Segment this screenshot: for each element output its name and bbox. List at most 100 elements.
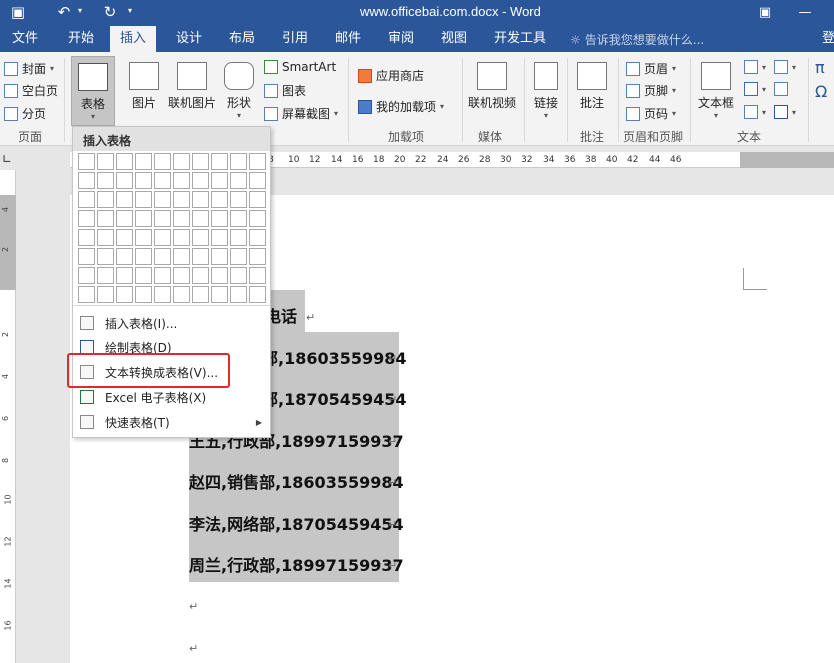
grid-cell[interactable] [192,153,209,170]
grid-cell[interactable] [135,191,152,208]
grid-cell[interactable] [249,172,266,189]
grid-cell[interactable] [116,210,133,227]
grid-cell[interactable] [249,210,266,227]
grid-cell[interactable] [154,172,171,189]
document-line[interactable]: 李法,网络部,18705459454 [189,511,404,535]
undo-dropdown-icon[interactable]: ▾ [78,6,82,15]
grid-cell[interactable] [211,286,228,303]
grid-cell[interactable] [97,286,114,303]
grid-cell[interactable] [97,229,114,246]
grid-cell[interactable] [211,153,228,170]
grid-cell[interactable] [135,267,152,284]
grid-cell[interactable] [173,153,190,170]
grid-cell[interactable] [192,286,209,303]
grid-cell[interactable] [249,229,266,246]
dropcap-button[interactable]: ▾ [744,105,766,119]
grid-cell[interactable] [173,267,190,284]
online-pictures-button[interactable]: 联机图片 [164,56,220,111]
smartart-button[interactable]: SmartArt [264,60,336,74]
grid-cell[interactable] [173,229,190,246]
grid-cell[interactable] [135,172,152,189]
grid-cell[interactable] [230,286,247,303]
grid-cell[interactable] [116,248,133,265]
minimize-button[interactable]: — [785,0,825,24]
grid-cell[interactable] [230,229,247,246]
grid-cell[interactable] [211,267,228,284]
grid-cell[interactable] [154,191,171,208]
online-video-button[interactable]: 联机视频 [466,56,518,111]
undo-icon[interactable]: ↶ [52,2,76,22]
document-line[interactable]: 周兰,行政部,18997159937 [189,552,404,576]
shapes-button[interactable]: 形状 ▾ [222,56,256,120]
comment-button[interactable]: 批注 [575,56,609,111]
equation-icon[interactable]: π [815,58,825,77]
grid-cell[interactable] [173,210,190,227]
grid-cell[interactable] [192,172,209,189]
grid-cell[interactable] [116,153,133,170]
grid-cell[interactable] [135,210,152,227]
grid-cell[interactable] [211,248,228,265]
tab-file[interactable]: 文件 [2,26,48,52]
grid-cell[interactable] [211,172,228,189]
sign-in-link[interactable]: 登 [812,26,834,52]
footer-button[interactable]: 页脚 ▾ [626,82,676,99]
grid-cell[interactable] [97,191,114,208]
table-button[interactable]: 表格 ▾ [71,56,115,126]
tab-view[interactable]: 视图 [431,26,477,52]
grid-cell[interactable] [154,267,171,284]
grid-cell[interactable] [78,286,95,303]
grid-cell[interactable] [154,286,171,303]
wordart-button[interactable]: ▾ [744,82,766,96]
tab-mailings[interactable]: 邮件 [325,26,371,52]
grid-cell[interactable] [97,153,114,170]
grid-cell[interactable] [78,248,95,265]
grid-cell[interactable] [78,153,95,170]
grid-cell[interactable] [249,286,266,303]
header-button[interactable]: 页眉 ▾ [626,60,676,77]
ribbon-options-icon[interactable]: ▣ [745,0,785,24]
store-button[interactable]: 应用商店 [358,67,424,84]
page-break-button[interactable]: 分页 [4,105,46,122]
grid-cell[interactable] [116,267,133,284]
grid-cell[interactable] [154,210,171,227]
grid-cell[interactable] [211,229,228,246]
my-addins-button[interactable]: 我的加载项 ▾ [358,98,444,115]
grid-cell[interactable] [78,267,95,284]
grid-cell[interactable] [116,229,133,246]
table-grid-picker[interactable] [78,153,266,303]
tab-references[interactable]: 引用 [272,26,318,52]
grid-cell[interactable] [230,191,247,208]
grid-cell[interactable] [78,229,95,246]
grid-cell[interactable] [97,248,114,265]
grid-cell[interactable] [230,248,247,265]
grid-cell[interactable] [192,229,209,246]
grid-cell[interactable] [173,248,190,265]
link-button[interactable]: 链接 ▾ [529,56,563,120]
grid-cell[interactable] [135,153,152,170]
document-line[interactable]: 部,18705459454 [262,386,407,410]
grid-cell[interactable] [192,267,209,284]
grid-cell[interactable] [192,191,209,208]
grid-cell[interactable] [230,172,247,189]
grid-cell[interactable] [211,191,228,208]
customize-qat-icon[interactable]: ▾ [128,6,132,15]
grid-cell[interactable] [154,229,171,246]
cover-page-button[interactable]: 封面 ▾ [4,60,54,77]
grid-cell[interactable] [249,267,266,284]
grid-cell[interactable] [116,191,133,208]
grid-cell[interactable] [249,248,266,265]
tab-selector-icon[interactable]: ∟ [2,152,16,166]
insert-table-menu-item[interactable]: 插入表格(I)... [73,311,270,335]
grid-cell[interactable] [97,172,114,189]
grid-cell[interactable] [230,267,247,284]
grid-cell[interactable] [192,210,209,227]
tab-layout[interactable]: 布局 [219,26,265,52]
grid-cell[interactable] [135,286,152,303]
grid-cell[interactable] [116,172,133,189]
grid-cell[interactable] [230,210,247,227]
blank-page-button[interactable]: 空白页 [4,82,58,99]
pictures-button[interactable]: 图片 [124,56,164,111]
screenshot-button[interactable]: 屏幕截图 ▾ [264,105,338,122]
tab-home[interactable]: 开始 [58,26,104,52]
quick-tables-menu-item[interactable]: 快速表格(T) ▶ [73,410,270,434]
